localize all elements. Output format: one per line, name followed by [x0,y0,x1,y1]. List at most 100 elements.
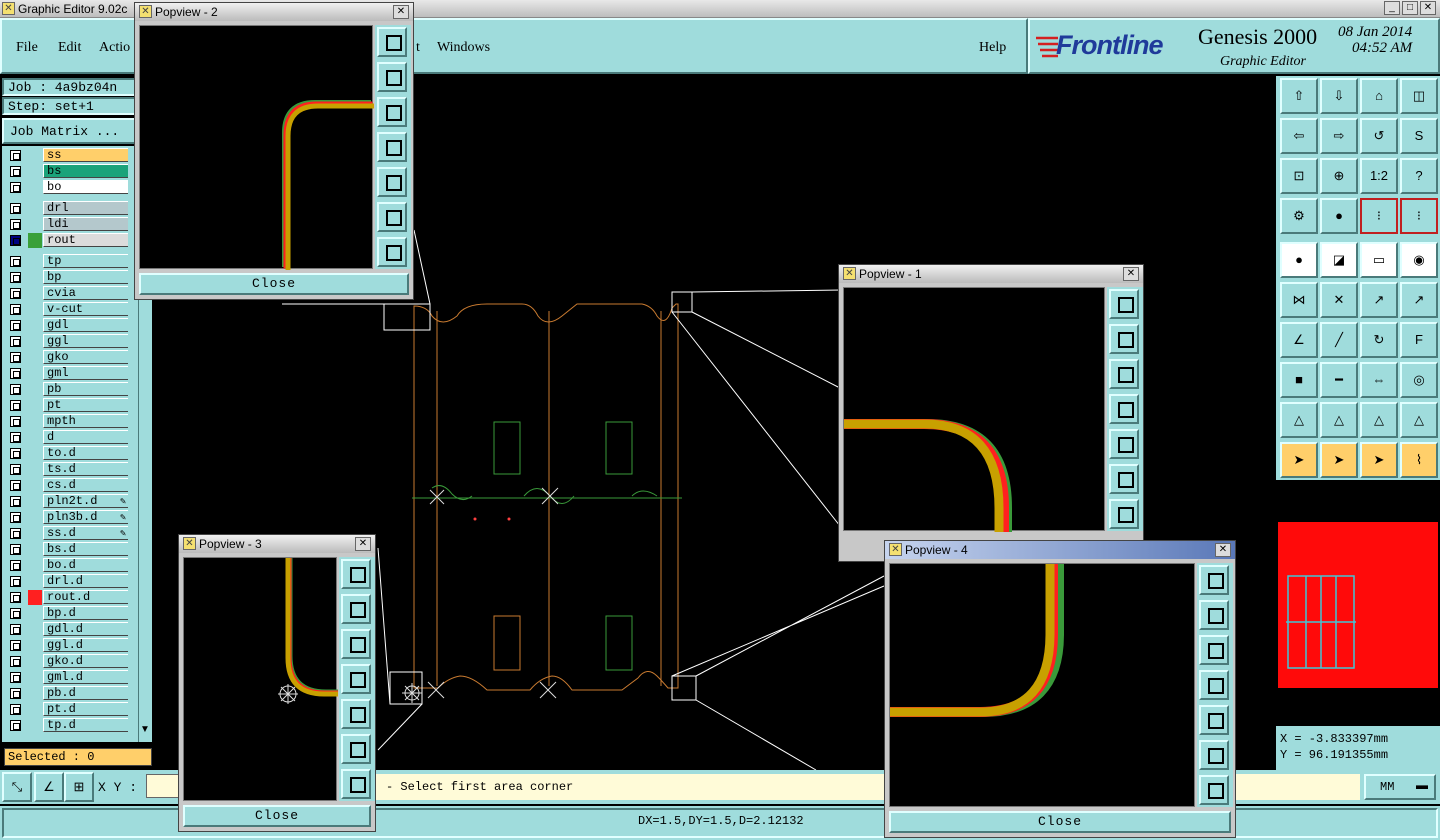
layer-name[interactable]: d [43,430,128,444]
layer-checkbox[interactable] [10,560,21,571]
home-icon[interactable]: ⌂ [1360,78,1398,114]
zoom-center-icon[interactable]: ⊕ [1320,158,1358,194]
layer-row-gdl[interactable]: gdl [6,318,128,333]
layer-name[interactable]: cs.d [43,478,128,492]
layer-name[interactable]: ts.d [43,462,128,476]
layer-name[interactable]: bp.d [43,606,128,620]
layer-name[interactable]: gml [43,366,128,380]
layer-checkbox[interactable] [10,256,21,267]
layer-color-swatch[interactable] [28,670,42,685]
grid-snap-icon[interactable]: ⊞ [64,772,94,802]
zoom-home-icon[interactable]: ⇧ [1280,78,1318,114]
layer-name[interactable]: gko [43,350,128,364]
layer-color-swatch[interactable] [28,302,42,317]
layer-name[interactable]: v-cut [43,302,128,316]
pv4-pan-down-icon[interactable] [1199,635,1229,665]
layer-row-drl[interactable]: drl [6,201,128,216]
layer-checkbox[interactable] [10,592,21,603]
menu-actions[interactable]: Actio [99,40,130,56]
move-point-icon[interactable]: ↗ [1360,282,1398,318]
layer-row-bp[interactable]: bp [6,270,128,285]
layer-name[interactable]: drl [43,201,128,215]
layer-checkbox[interactable] [10,336,21,347]
layer-row-tp.d[interactable]: tp.d [6,718,128,733]
popview-4-canvas[interactable] [889,563,1195,807]
triangle-4-icon[interactable]: △ [1400,402,1438,438]
popview-4-close-button[interactable]: Close [889,811,1231,833]
menu-help[interactable]: Help [979,40,1006,56]
layer-checkbox[interactable] [10,320,21,331]
help-query-button[interactable]: ? [1400,158,1438,194]
route-icon[interactable]: ⌇ [1400,442,1438,478]
layer-color-swatch[interactable] [28,622,42,637]
layer-row-gko.d[interactable]: gko.d [6,654,128,669]
layer-row-pln2t.d[interactable]: pln2t.d ✎ [6,494,128,509]
layer-color-swatch[interactable] [28,382,42,397]
layer-checkbox[interactable] [10,182,21,193]
minimize-icon[interactable]: _ [1384,1,1400,15]
draw-line-icon[interactable]: ◪ [1320,242,1358,278]
menu-file[interactable]: File [16,40,38,56]
pv1-pan-right-icon[interactable] [1109,429,1139,459]
layer-checkbox[interactable] [10,235,21,246]
layer-name[interactable]: bs.d [43,542,128,556]
layer-color-swatch[interactable] [28,702,42,717]
layer-name[interactable]: bp [43,270,128,284]
layer-row-mpth[interactable]: mpth [6,414,128,429]
measure-icon[interactable]: ⇔ [1360,362,1398,398]
layer-color-swatch[interactable] [28,180,42,195]
layer-color-swatch[interactable] [28,462,42,477]
layer-color-swatch[interactable] [28,478,42,493]
layer-row-pt.d[interactable]: pt.d [6,702,128,717]
pv3-zoom-out-icon[interactable] [341,769,371,799]
layer-name[interactable]: ggl [43,334,128,348]
layer-checkbox[interactable] [10,416,21,427]
pv2-pan-down-icon[interactable] [377,97,407,127]
layer-row-v-cut[interactable]: v-cut [6,302,128,317]
move-point-2-icon[interactable]: ↗ [1400,282,1438,318]
zoom-area-icon[interactable]: ⤡ [2,772,32,802]
layer-name[interactable]: bs [43,164,128,178]
pv3-pan-right-icon[interactable] [341,699,371,729]
pv3-pan-down-icon[interactable] [341,629,371,659]
menu-windows[interactable]: Windows [437,40,490,56]
layer-name[interactable]: pb [43,382,128,396]
layer-checkbox[interactable] [10,448,21,459]
layer-color-swatch[interactable] [28,574,42,589]
probe-icon[interactable]: ● [1320,198,1358,234]
layer-checkbox[interactable] [10,272,21,283]
layer-row-d[interactable]: d [6,430,128,445]
pv3-zoom-in-icon[interactable] [341,734,371,764]
popview-2-canvas[interactable] [139,25,374,270]
layer-row-bo.d[interactable]: bo.d [6,558,128,573]
pv1-pan-left-icon[interactable] [1109,394,1139,424]
layer-row-ggl[interactable]: ggl [6,334,128,349]
layer-color-swatch[interactable] [28,718,42,733]
layer-checkbox[interactable] [10,203,21,214]
layer-color-swatch[interactable] [28,334,42,349]
layer-name[interactable]: tp [43,254,128,268]
layer-color-swatch[interactable] [28,558,42,573]
layer-row-gko[interactable]: gko [6,350,128,365]
select-feature-icon[interactable]: ● [1280,242,1318,278]
layer-name[interactable]: pt.d [43,702,128,716]
ruler-icon[interactable]: ▭ [1360,242,1398,278]
zoom-down-icon[interactable]: ⇩ [1320,78,1358,114]
layer-row-cvia[interactable]: cvia [6,286,128,301]
layer-color-swatch[interactable] [28,430,42,445]
pv2-zoom-in-icon[interactable] [377,202,407,232]
pv2-zoom-out-icon[interactable] [377,237,407,267]
layer-row-gdl.d[interactable]: gdl.d [6,622,128,637]
layer-row-bp.d[interactable]: bp.d [6,606,128,621]
zoom-fit-icon[interactable]: ⊡ [1280,158,1318,194]
layer-name[interactable]: pt [43,398,128,412]
pv2-pan-right-icon[interactable] [377,167,407,197]
layer-row-pb[interactable]: pb [6,382,128,397]
layer-color-swatch[interactable] [28,590,42,605]
pointer-alt-icon[interactable]: ➤ [1360,442,1398,478]
layer-name[interactable]: mpth [43,414,128,428]
layer-checkbox[interactable] [10,720,21,731]
layer-row-rout[interactable]: rout [6,233,128,248]
layer-checkbox[interactable] [10,368,21,379]
layer-color-swatch[interactable] [28,233,42,248]
